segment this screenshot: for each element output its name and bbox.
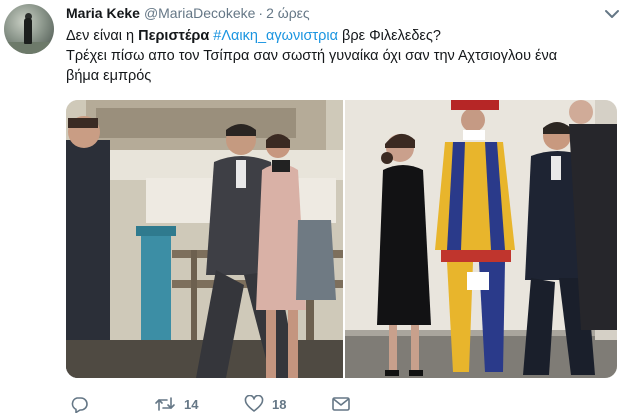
reply-button[interactable] <box>70 394 88 414</box>
tweet-text-prefix: Δεν είναι η <box>66 28 139 44</box>
display-name[interactable]: Maria Keke <box>66 5 140 21</box>
avatar-figure <box>24 18 32 44</box>
envelope-icon <box>332 397 350 411</box>
retweet-count: 14 <box>184 396 199 412</box>
tweet: Maria Keke @MariaDecokeke · 2 ώρες Δεν ε… <box>0 0 627 418</box>
tweet-text: Δεν είναι η Περιστέρα #Λαικη_αγωνιστρια … <box>66 26 614 86</box>
hashtag-link[interactable]: #Λαικη_αγωνιστρια <box>213 28 338 44</box>
like-count: 18 <box>272 396 287 412</box>
tweet-text-line-2: Τρέχει πίσω απο τον Τσίπρα σαν σωστή γυν… <box>66 48 558 64</box>
like-button[interactable]: 18 <box>244 394 286 414</box>
tweet-text-line-1: Δεν είναι η Περιστέρα #Λαικη_αγωνιστρια … <box>66 26 614 46</box>
message-button[interactable] <box>332 394 350 414</box>
header-separator: · <box>258 5 264 21</box>
tweet-text-bold: Περιστέρα <box>138 28 210 44</box>
heart-icon <box>244 395 264 412</box>
chevron-down-icon[interactable] <box>604 7 620 21</box>
tweet-text-suffix: βρε Φιλελεδες? <box>337 28 441 44</box>
media-grid <box>66 100 617 378</box>
user-handle[interactable]: @MariaDecokeke <box>144 5 255 21</box>
tweet-header: Maria Keke @MariaDecokeke · 2 ώρες <box>66 5 310 25</box>
photo-left-scene <box>66 100 343 378</box>
action-bar: 14 18 <box>66 394 466 414</box>
photo-left[interactable] <box>66 100 343 378</box>
retweet-icon <box>155 397 175 411</box>
reply-icon <box>71 397 88 413</box>
timestamp[interactable]: 2 ώρες <box>266 5 310 21</box>
tweet-text-line-3: βήμα εμπρός <box>66 68 152 84</box>
avatar[interactable] <box>4 4 54 54</box>
photo-right[interactable] <box>345 100 617 378</box>
retweet-button[interactable]: 14 <box>154 394 198 414</box>
photo-right-scene <box>345 100 617 378</box>
